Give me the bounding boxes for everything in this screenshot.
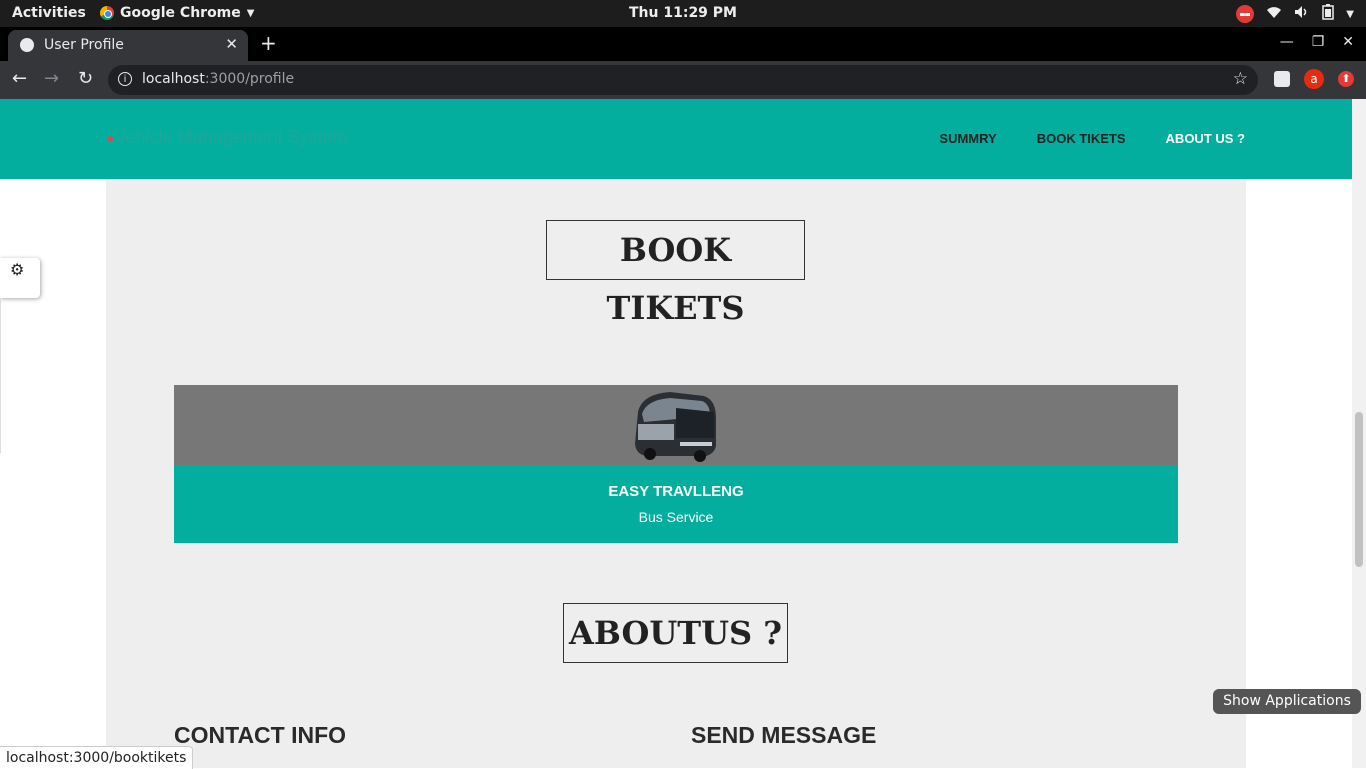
address-bar[interactable]: i localhost:3000/profile ☆	[108, 65, 1258, 95]
globe-icon	[20, 38, 34, 52]
about-us-heading: ABOUTUS ?	[563, 603, 788, 663]
back-arrow-icon[interactable]: ←	[12, 68, 27, 89]
site-header: ●Vehicle Management System SUMMRY BOOK T…	[0, 99, 1352, 179]
service-card[interactable]: EASY TRAVLLENG Bus Service	[174, 385, 1178, 543]
tab-title: User Profile	[44, 37, 124, 53]
browser-tab[interactable]: User Profile ✕	[8, 30, 248, 61]
chevron-down-icon[interactable]: ▼	[1346, 9, 1354, 20]
side-panel-edge	[0, 298, 1, 453]
reload-icon[interactable]: ↻	[78, 68, 93, 89]
app-menu-label: Google Chrome	[120, 5, 241, 21]
clock[interactable]: Thu 11:29 PM	[629, 5, 737, 21]
wifi-icon[interactable]	[1266, 5, 1282, 23]
system-top-bar: Activities Google Chrome ▼ Thu 11:29 PM …	[0, 0, 1366, 27]
site-info-icon[interactable]: i	[118, 72, 132, 86]
card-media	[174, 385, 1178, 465]
browser-toolbar: ← → ↻ i localhost:3000/profile ☆ a ⬆	[0, 61, 1366, 99]
send-message-heading: SEND MESSAGE	[691, 722, 877, 748]
maximize-icon[interactable]: ❐	[1312, 34, 1325, 50]
card-subtitle: Bus Service	[638, 509, 714, 525]
activities-button[interactable]: Activities	[12, 5, 86, 21]
bookmark-star-icon[interactable]: ☆	[1233, 69, 1248, 89]
main-content: BOOK TIKETS EASY TRAVLLENG Bus Service A…	[106, 179, 1246, 768]
window-controls: — ❐ ✕	[1280, 34, 1354, 50]
show-applications-tooltip: Show Applications	[1213, 689, 1361, 714]
url-text[interactable]: localhost:3000/profile	[142, 71, 294, 87]
system-tray[interactable]: ▼	[1236, 4, 1354, 24]
card-title: EASY TRAVLLENG	[608, 483, 744, 500]
forward-arrow-icon[interactable]: →	[44, 68, 59, 89]
new-tab-button[interactable]: +	[260, 31, 277, 55]
app-menu[interactable]: Google Chrome ▼	[100, 5, 254, 21]
extensions-puzzle-icon[interactable]	[1274, 71, 1290, 87]
card-body: EASY TRAVLLENG Bus Service	[174, 465, 1178, 543]
page-scrollbar[interactable]	[1352, 99, 1366, 768]
chevron-down-icon: ▼	[246, 7, 255, 19]
update-icon[interactable]: ⬆	[1338, 71, 1354, 87]
scrollbar-thumb[interactable]	[1355, 412, 1363, 567]
page-viewport: ●Vehicle Management System SUMMRY BOOK T…	[0, 99, 1352, 768]
profile-avatar[interactable]: a	[1304, 69, 1324, 89]
browser-tab-strip: User Profile ✕ + — ❐ ✕	[0, 27, 1366, 61]
settings-toggle[interactable]: ⚙	[0, 258, 40, 298]
nav-about-us[interactable]: ABOUT US ?	[1166, 131, 1245, 146]
bus-image	[635, 392, 716, 462]
volume-icon[interactable]	[1294, 5, 1310, 23]
nav-summry[interactable]: SUMMRY	[939, 131, 996, 146]
book-tikets-heading: BOOK TIKETS	[546, 220, 805, 327]
contact-info-heading: CONTACT INFO	[174, 722, 347, 748]
gears-icon: ⚙	[10, 260, 25, 279]
close-tab-icon[interactable]: ✕	[225, 35, 238, 53]
battery-icon[interactable]	[1322, 4, 1335, 24]
nav-book-tikets[interactable]: BOOK TIKETS	[1037, 131, 1126, 146]
site-brand[interactable]: ●Vehicle Management System	[106, 127, 348, 148]
extensions-area: a ⬆	[1274, 69, 1354, 89]
main-nav: SUMMRY BOOK TIKETS ABOUT US ?	[939, 131, 1245, 146]
link-status-bubble: localhost:3000/booktikets	[0, 746, 194, 769]
brand-text: Vehicle Management System	[114, 127, 348, 147]
close-window-icon[interactable]: ✕	[1342, 34, 1354, 50]
chrome-icon	[100, 6, 114, 20]
do-not-disturb-icon[interactable]	[1236, 5, 1255, 23]
minimize-icon[interactable]: —	[1280, 34, 1294, 50]
